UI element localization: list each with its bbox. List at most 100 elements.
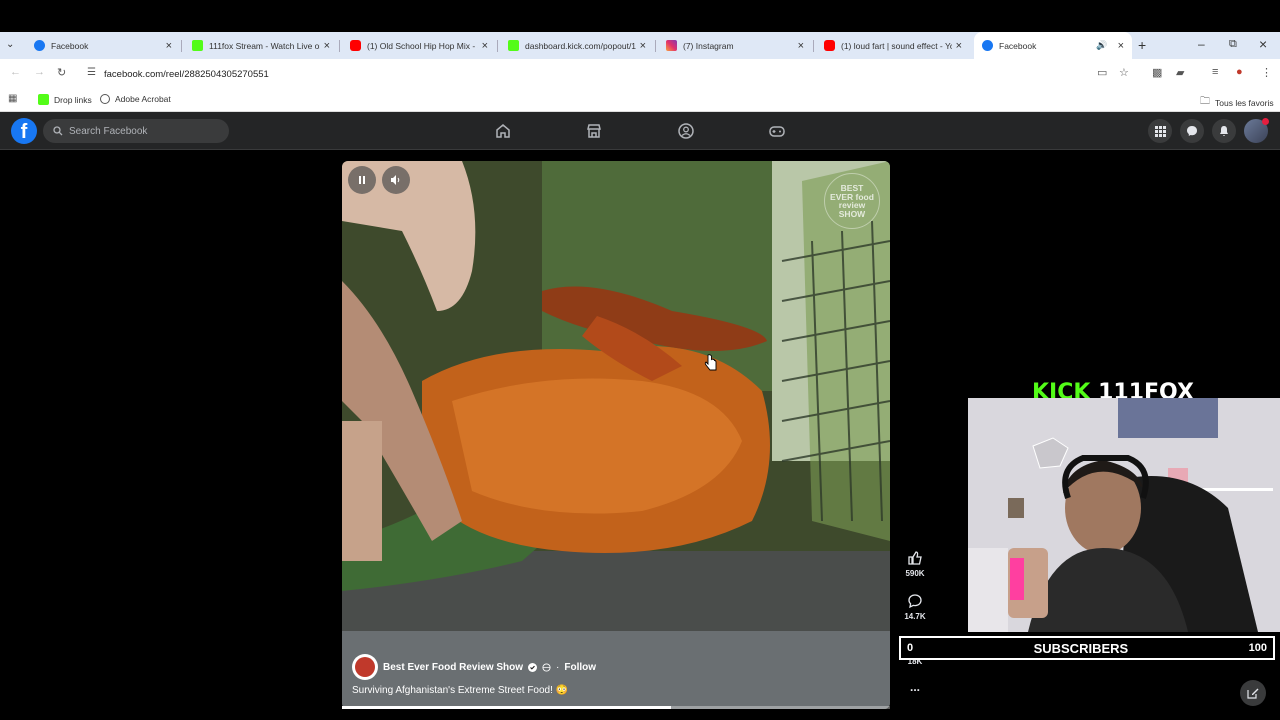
profile-avatar[interactable] — [1244, 118, 1269, 143]
extensions-puzzle-icon[interactable]: ▰ — [1176, 66, 1184, 79]
author-name[interactable]: Best Ever Food Review Show — [383, 662, 523, 673]
reel-video[interactable]: BEST EVER food review SHOW Best Ever Foo… — [342, 161, 890, 709]
browser-tab-strip: ⌄ Facebook × 111fox Stream - Watch Live … — [0, 32, 1280, 59]
groups-icon[interactable] — [677, 122, 695, 140]
channel-watermark: BEST EVER food review SHOW — [824, 173, 880, 229]
more-options-button[interactable]: ... — [898, 680, 932, 694]
install-app-icon[interactable]: ▭ — [1097, 66, 1107, 79]
verified-badge-icon — [528, 662, 538, 672]
reel-author-row: Best Ever Food Review Show · Follow — [352, 654, 596, 680]
notification-dot — [1262, 118, 1269, 125]
url-text: facebook.com/reel/2882504305270551 — [104, 68, 269, 80]
bookmark-item[interactable]: Adobe Acrobat — [100, 94, 171, 104]
youtube-favicon-icon — [824, 40, 835, 51]
site-info-icon[interactable]: ☰ — [87, 67, 96, 78]
profile-icon[interactable]: ● — [1236, 66, 1243, 78]
browser-tab[interactable]: (1) loud fart | sound effect - Yo × — [816, 32, 970, 59]
watermark-text: BEST EVER food review SHOW — [830, 183, 874, 219]
all-bookmarks-folder[interactable]: 🗀 Tous les favoris — [1200, 94, 1274, 111]
pause-button[interactable] — [348, 166, 376, 194]
instagram-favicon-icon — [666, 40, 677, 51]
facebook-logo[interactable]: f — [11, 118, 37, 144]
video-frame — [342, 161, 890, 709]
kick-favicon-icon — [508, 40, 519, 51]
browser-tab[interactable]: (7) Instagram × — [658, 32, 812, 59]
acrobat-icon — [100, 94, 110, 104]
minimize-window-button[interactable]: – — [1198, 37, 1205, 51]
tab-title: 111fox Stream - Watch Live on — [209, 40, 320, 51]
tab-title: (1) Old School Hip Hop Mix - S — [367, 40, 478, 51]
restore-window-button[interactable]: ⧉ — [1229, 38, 1237, 51]
tab-search-icon[interactable]: ⌄ — [6, 39, 14, 50]
close-tab-icon[interactable]: × — [324, 40, 330, 52]
new-tab-button[interactable]: + — [1138, 37, 1146, 53]
browser-tab[interactable]: Facebook × — [26, 32, 180, 59]
new-message-button[interactable] — [1240, 680, 1266, 706]
comment-action[interactable]: 14.7K — [898, 593, 932, 621]
gaming-icon[interactable] — [768, 122, 786, 140]
folder-icon: 🗀 — [1200, 96, 1210, 107]
close-tab-icon[interactable]: × — [166, 40, 172, 52]
close-window-button[interactable]: × — [1259, 36, 1267, 52]
bookmark-star-icon[interactable]: ☆ — [1119, 66, 1129, 79]
kick-favicon-icon — [38, 94, 49, 105]
reload-icon[interactable]: ↻ — [57, 66, 66, 79]
bookmark-label: Drop links — [54, 94, 92, 105]
bookmark-label: Tous les favoris — [1215, 97, 1274, 108]
author-avatar[interactable] — [352, 654, 378, 680]
like-action[interactable]: 590K — [898, 550, 932, 578]
video-progress-bar[interactable] — [342, 706, 890, 709]
search-input[interactable]: Search Facebook — [43, 119, 229, 143]
bookmarks-bar: ▦ Drop links Adobe Acrobat 🗀 Tous les fa… — [0, 88, 1280, 112]
separator-dot: · — [556, 661, 560, 673]
close-tab-icon[interactable]: × — [1118, 40, 1124, 52]
volume-icon — [391, 175, 400, 185]
subscriber-count: 0 — [907, 642, 914, 654]
mute-button[interactable] — [382, 166, 410, 194]
more-icon: ... — [909, 680, 920, 694]
like-thumb-icon — [908, 551, 922, 565]
comment-icon — [908, 594, 922, 609]
forward-icon[interactable]: → — [34, 66, 45, 78]
video-progress-fill — [342, 706, 671, 709]
apps-grid-icon[interactable]: ▦ — [8, 93, 17, 104]
back-icon[interactable]: ← — [10, 66, 21, 78]
follow-button[interactable]: Follow — [564, 662, 596, 673]
tab-title: Facebook — [999, 40, 1037, 51]
facebook-favicon-icon — [982, 40, 993, 51]
messenger-icon[interactable] — [1180, 119, 1204, 143]
subscriber-goal-bar: 0 SUBSCRIBERS 100 — [899, 636, 1275, 660]
search-icon — [53, 126, 63, 136]
audio-playing-icon[interactable]: 🔊 — [1096, 40, 1107, 51]
browser-tab[interactable]: dashboard.kick.com/popout/1 × — [500, 32, 654, 59]
home-icon[interactable] — [494, 122, 512, 140]
like-count: 590K — [905, 569, 925, 578]
reel-caption: Surviving Afghanistan's Extreme Street F… — [352, 685, 569, 696]
close-tab-icon[interactable]: × — [640, 40, 646, 52]
address-bar[interactable]: ☰ facebook.com/reel/2882504305270551 — [80, 64, 1140, 84]
bookmark-label: Adobe Acrobat — [115, 94, 171, 104]
close-tab-icon[interactable]: × — [956, 40, 962, 52]
facebook-favicon-icon — [34, 40, 45, 51]
webcam-feed — [968, 398, 1280, 632]
close-tab-icon[interactable]: × — [798, 40, 804, 52]
kick-favicon-icon — [192, 40, 203, 51]
compose-icon — [1247, 688, 1259, 699]
browser-menu-icon[interactable]: ⋮ — [1261, 66, 1272, 79]
notifications-icon[interactable] — [1212, 119, 1236, 143]
extension-icon[interactable]: ▩ — [1152, 66, 1162, 79]
subscriber-goal-label: SUBSCRIBERS — [1033, 640, 1129, 656]
pause-icon — [359, 176, 365, 184]
browser-tab-active[interactable]: Facebook 🔊 × — [974, 32, 1132, 59]
browser-tab[interactable]: 111fox Stream - Watch Live on × — [184, 32, 338, 59]
media-controls-icon[interactable]: ≡ — [1212, 66, 1218, 78]
logo-letter: f — [20, 121, 28, 143]
bookmark-item[interactable]: Drop links — [38, 94, 92, 105]
menu-grid-icon[interactable] — [1148, 119, 1172, 143]
youtube-favicon-icon — [350, 40, 361, 51]
webcam-frame — [968, 398, 1280, 632]
close-tab-icon[interactable]: × — [482, 40, 488, 52]
browser-tab[interactable]: (1) Old School Hip Hop Mix - S × — [342, 32, 496, 59]
globe-icon — [542, 662, 551, 672]
marketplace-icon[interactable] — [585, 122, 603, 140]
